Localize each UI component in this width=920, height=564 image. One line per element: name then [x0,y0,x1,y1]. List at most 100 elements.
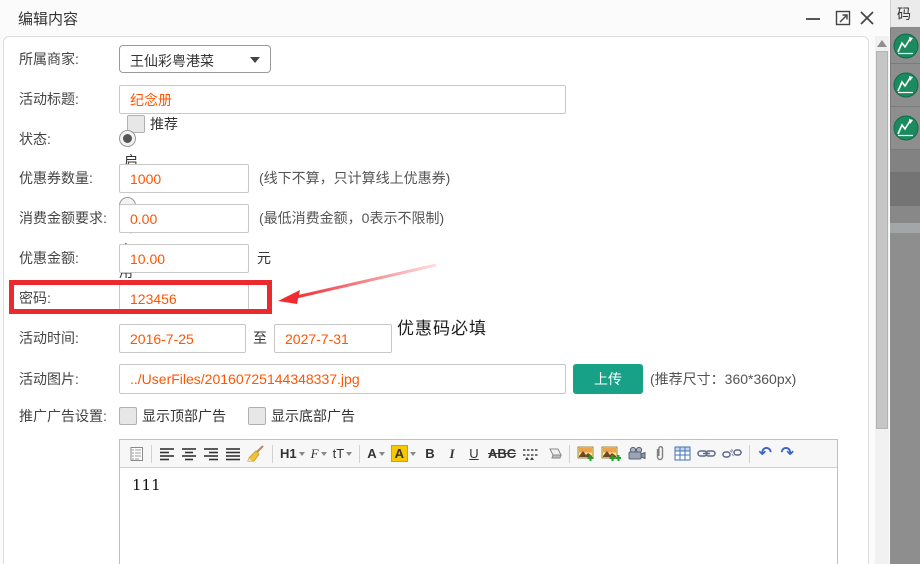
merchant-selected-value: 王仙彩粤港菜 [130,51,214,71]
coupon-count-note: (线下不算，只计算线上优惠券) [259,164,450,193]
align-right-button[interactable] [201,443,221,465]
min-spend-label: 消费金额要求: [19,204,119,233]
discount-amount-unit: 元 [257,244,271,273]
dialog-titlebar: 编辑内容 [0,0,890,36]
editor-content[interactable]: 111 [120,468,837,564]
redo-icon: ↷ [780,446,793,462]
toolbar-separator [749,445,750,463]
font-color-glyph: A [367,446,376,461]
chart-icon [893,72,919,98]
link-icon [697,448,716,459]
format-brush-button[interactable] [245,443,267,465]
toolbar-separator [569,445,570,463]
align-justify-button[interactable] [223,443,243,465]
undo-button[interactable]: ↶ [755,443,775,465]
insert-video-icon [627,446,646,461]
attachment-button[interactable] [650,443,670,465]
underline-button[interactable]: U [464,443,484,465]
activity-time-end-input[interactable] [274,324,392,353]
font-size-dropdown-button[interactable]: tT [331,443,355,465]
align-center-button[interactable] [179,443,199,465]
strikethrough-button[interactable]: ABC [486,443,518,465]
background-column-header: 码 [890,0,920,28]
discount-amount-input[interactable] [119,244,249,273]
edit-content-dialog-screen: 编辑内容 [0,0,920,564]
italic-glyph: I [449,446,454,462]
minimize-button[interactable] [803,8,823,28]
align-left-button[interactable] [157,443,177,465]
merchant-select[interactable]: 王仙彩粤港菜 [119,45,271,73]
toolbar-separator [359,445,360,463]
italic-button[interactable]: I [442,443,462,465]
align-right-icon [203,447,219,461]
editor-toolbar: H1 F tT A [120,440,837,468]
merchant-label: 所属商家: [19,45,119,74]
insert-video-button[interactable] [625,443,648,465]
show-bottom-ad-label: 显示底部广告 [271,408,355,424]
show-top-ad-checkbox[interactable] [119,407,137,425]
background-band [890,150,920,172]
password-input[interactable] [119,284,249,313]
align-center-icon [181,447,197,461]
redo-button[interactable]: ↷ [777,443,797,465]
source-button[interactable] [126,443,146,465]
recommend-label: 推荐 [150,116,178,132]
background-color-button[interactable]: A [389,443,418,465]
heading-level-glyph: 1 [289,446,296,461]
close-button[interactable] [857,8,877,28]
activity-time-start-input[interactable] [119,324,246,353]
activity-time-label: 活动时间: [19,324,119,353]
close-icon [859,10,875,26]
font-family-dropdown-button[interactable]: F [309,443,329,465]
maximize-button[interactable] [833,8,853,28]
font-size-glyph: tT [333,446,345,461]
table-button[interactable] [672,443,693,465]
show-bottom-ad-checkbox[interactable] [248,407,266,425]
font-color-button[interactable]: A [365,443,386,465]
chevron-down-icon [346,452,352,456]
coupon-count-label: 优惠券数量: [19,164,119,193]
activity-image-note: (推荐尺寸：360*360px) [650,364,796,394]
scrollbar-thumb[interactable] [876,51,888,429]
activity-image-input[interactable] [119,364,566,394]
scroll-up-arrow-icon[interactable] [877,40,887,47]
dialog-title: 编辑内容 [18,8,78,29]
letter-spacing-button[interactable] [520,443,541,465]
maximize-icon [835,10,852,27]
password-annotation-text: 优惠码必填 [397,314,487,339]
align-left-icon [159,447,175,461]
background-page-strip: 码 [890,0,920,564]
underline-glyph: U [469,446,478,461]
vertical-scrollbar[interactable] [875,36,889,564]
insert-images-button[interactable] [599,443,623,465]
heading-dropdown-button[interactable]: H1 [278,443,307,465]
chevron-down-icon [379,452,385,456]
promo-ads-label: 推广广告设置: [19,406,119,426]
strikethrough-glyph: ABC [488,446,516,461]
min-spend-note: (最低消费金额，0表示不限制) [259,204,444,233]
status-radio-enabled[interactable] [119,130,136,147]
bold-button[interactable]: B [420,443,440,465]
upload-button[interactable]: 上传 [573,364,643,394]
rich-text-editor: H1 F tT A [119,439,838,564]
edit-content-dialog: 编辑内容 [0,0,890,564]
chart-icon [893,33,919,59]
insert-image-button[interactable] [575,443,597,465]
chart-icon [893,115,919,141]
background-color-glyph: A [391,445,408,462]
link-button[interactable] [695,443,718,465]
background-table-row [890,28,920,64]
min-spend-input[interactable] [119,204,249,233]
undo-icon: ↶ [758,446,771,462]
coupon-count-input[interactable] [119,164,249,193]
eraser-button[interactable] [543,443,564,465]
align-justify-icon [225,447,241,461]
table-icon [674,446,691,461]
bold-glyph: B [425,446,434,461]
unlink-button[interactable] [720,443,744,465]
unlink-icon [722,447,742,460]
background-table-row [890,64,920,107]
background-table-row [890,107,920,150]
chevron-down-icon [299,452,305,456]
activity-title-input[interactable] [119,85,566,114]
